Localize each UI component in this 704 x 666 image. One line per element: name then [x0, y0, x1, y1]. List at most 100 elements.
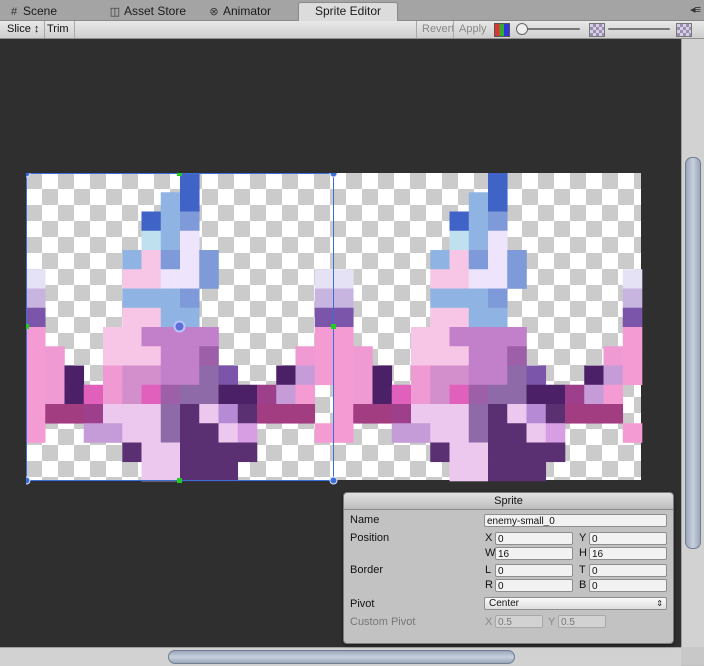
- sprite-pixel: [488, 327, 508, 347]
- sprite-pixel: [103, 365, 123, 386]
- sprite-pixel: [180, 269, 200, 289]
- sprite-pixel: [314, 327, 335, 347]
- name-field[interactable]: enemy-small_0: [484, 514, 667, 527]
- border-handle-top[interactable]: [177, 173, 182, 176]
- sprite-pixel: [141, 211, 162, 232]
- sprite-pixel: [468, 404, 489, 424]
- mip-large-icon: [676, 23, 692, 37]
- tab-asset-store[interactable]: ◫ Asset Store: [105, 3, 201, 20]
- sprite-pixel: [83, 423, 104, 443]
- border-handle-right[interactable]: [331, 324, 336, 329]
- sprite-pixel: [622, 423, 643, 443]
- mip-slider-track[interactable]: [608, 28, 670, 30]
- sprite-pixel: [295, 384, 316, 405]
- border-bottom-field[interactable]: 0: [589, 579, 667, 592]
- sprite-pixel: [430, 346, 450, 366]
- sprite-pixel: [334, 404, 354, 424]
- border-left-field[interactable]: 0: [495, 564, 573, 577]
- l-label: L: [485, 564, 492, 576]
- vertical-scroll-thumb[interactable]: [685, 157, 701, 549]
- sprite-pixel: [199, 404, 219, 424]
- sprite-pixel: [507, 461, 527, 482]
- resize-handle-bl[interactable]: [26, 476, 31, 485]
- border-top-field[interactable]: 0: [589, 564, 667, 577]
- border-handle-left[interactable]: [26, 324, 29, 329]
- sprite-pixel: [507, 269, 527, 289]
- horizontal-scrollbar[interactable]: [0, 647, 681, 666]
- window-menu-icon[interactable]: ◂≡: [690, 3, 701, 17]
- sprite-pixel: [199, 269, 219, 289]
- t-label: T: [579, 564, 586, 576]
- sprite-pixel: [141, 269, 162, 289]
- sprite-pixel: [141, 404, 162, 424]
- sprite-pixel: [141, 288, 162, 309]
- trim-button[interactable]: Trim: [42, 21, 75, 38]
- sprite-pixel: [160, 211, 181, 232]
- sprite-sheet-preview[interactable]: [26, 173, 646, 485]
- pivot-dropdown-value: Center: [489, 598, 520, 609]
- sprite-pixel: [353, 346, 373, 366]
- color-channel-icon[interactable]: [494, 23, 510, 37]
- sprite-pixel: [314, 365, 335, 386]
- sprite-pixel: [334, 288, 354, 309]
- sprite-pixel: [488, 173, 508, 193]
- x-label: X: [485, 532, 493, 544]
- pivot-handle[interactable]: [173, 320, 186, 333]
- sprite-pixel: [507, 423, 527, 443]
- sprite-pixel: [430, 384, 450, 405]
- width-field[interactable]: 16: [495, 547, 573, 560]
- sprite-pixel: [430, 365, 450, 386]
- sprite-pixel: [545, 442, 566, 463]
- sprite-pixel: [141, 230, 162, 251]
- sprite-pixel: [26, 327, 46, 347]
- resize-handle-tr[interactable]: [329, 173, 338, 178]
- sprite-pixel: [449, 461, 470, 482]
- sprite-pixel: [449, 230, 470, 251]
- sprite-pixel: [468, 269, 489, 289]
- sprite-pixel: [141, 365, 162, 386]
- sprite-pixel: [160, 250, 181, 270]
- vertical-scrollbar[interactable]: [681, 39, 704, 647]
- sprite-pixel: [218, 404, 239, 424]
- sprite-pixel: [26, 423, 46, 443]
- horizontal-scroll-thumb[interactable]: [168, 650, 515, 664]
- sprite-pixel: [180, 384, 200, 405]
- sprite-pixel: [449, 288, 470, 309]
- sprite-pixel: [603, 404, 624, 424]
- tab-animator[interactable]: ⊗ Animator: [204, 3, 298, 20]
- custom-pivot-label: Custom Pivot: [350, 616, 416, 628]
- border-right-field[interactable]: 0: [495, 579, 573, 592]
- resize-handle-br[interactable]: [329, 476, 338, 485]
- sprite-pixel: [199, 384, 219, 405]
- sprite-pixel: [26, 404, 46, 424]
- sprite-pixel: [545, 404, 566, 424]
- slice-dropdown[interactable]: Slice ↕: [2, 21, 46, 38]
- sprite-pixel: [199, 461, 219, 482]
- sprite-pixel: [468, 423, 489, 443]
- border-label: Border: [350, 564, 384, 576]
- sprite-pixel: [160, 288, 181, 309]
- sprite-pixel: [276, 365, 296, 386]
- sprite-pixel: [545, 423, 566, 443]
- position-x-field[interactable]: 0: [495, 532, 573, 545]
- sprite-pixel: [353, 404, 373, 424]
- sprite-pixel: [45, 346, 65, 366]
- animator-icon: ⊗: [209, 6, 219, 18]
- sprite-pixel: [488, 307, 508, 328]
- pivot-dropdown[interactable]: Center ⇕: [484, 597, 667, 610]
- height-field[interactable]: 16: [589, 547, 667, 560]
- tab-scene[interactable]: # Scene: [4, 3, 80, 20]
- sprite-pixel: [411, 327, 431, 347]
- sprite-pixel: [180, 365, 200, 386]
- sprite-pixel: [334, 384, 354, 405]
- sprite-pixel: [45, 365, 65, 386]
- sprite-pixel: [122, 307, 142, 328]
- zoom-slider-knob[interactable]: [516, 23, 528, 35]
- position-y-field[interactable]: 0: [589, 532, 667, 545]
- sprite-pixel: [122, 365, 142, 386]
- border-handle-bottom[interactable]: [177, 478, 182, 483]
- sprite-pixel: [45, 384, 65, 405]
- tab-sprite-editor[interactable]: Sprite Editor: [298, 2, 398, 21]
- apply-button[interactable]: Apply: [453, 21, 492, 38]
- sprite-pixel: [372, 384, 393, 405]
